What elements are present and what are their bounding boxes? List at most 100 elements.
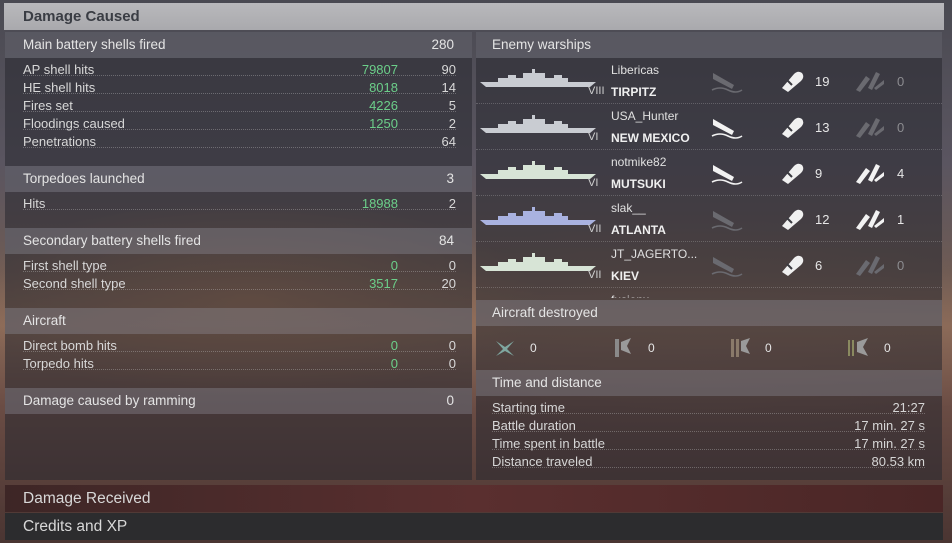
spotter-plane-icon — [848, 338, 868, 356]
shell-hits-icon — [778, 160, 808, 189]
player-name: Libericas — [611, 63, 660, 77]
ship-tier: VI — [588, 131, 599, 143]
shell-hits-icon — [778, 252, 808, 281]
ship-silhouette-icon — [480, 161, 596, 179]
ship-tier: VII — [588, 223, 602, 235]
spotter-planes-destroyed-count: 0 — [884, 341, 891, 355]
time-distance-title: Time and distance — [492, 375, 602, 390]
stat-count: 0 — [448, 258, 456, 273]
shell-hits-count: 13 — [815, 120, 830, 135]
time-label: Distance traveled — [492, 454, 593, 469]
ship-tier: VI — [588, 177, 599, 189]
damage-caused-title: Damage Caused — [23, 8, 140, 25]
secondary-total: 84 — [438, 233, 454, 248]
player-name: fusionx — [611, 293, 649, 298]
torpedo-bomber-icon — [731, 338, 750, 357]
torpedo-bombers-destroyed-count: 0 — [765, 341, 772, 355]
secondary-section-header: Secondary battery shells fired 84 — [5, 228, 472, 254]
enemy-ship-row-partial[interactable]: fusionx — [476, 290, 942, 298]
enemy-ship-row[interactable]: VII slak__ ATLANTA 12 1 — [476, 198, 942, 242]
enemy-warships-title: Enemy warships — [492, 37, 592, 52]
ship-name: NEW MEXICO — [611, 131, 690, 145]
ramming-section-header: Damage caused by ramming 0 — [5, 388, 472, 414]
aircraft-destroyed-header: Aircraft destroyed — [476, 300, 942, 326]
stat-row: HE shell hits 8018 14 — [23, 80, 456, 98]
stat-damage: 8018 — [369, 80, 398, 95]
aircraft-destroyed-row: 0 0 0 0 — [476, 330, 942, 366]
shell-hits-count: 19 — [815, 74, 830, 89]
stat-damage: 0 — [390, 338, 398, 353]
enemy-ship-row[interactable]: VIII Libericas TIRPITZ 19 0 — [476, 60, 942, 104]
stat-count: 5 — [448, 98, 456, 113]
main-battery-total: 280 — [431, 37, 454, 52]
time-label: Battle duration — [492, 418, 576, 433]
stat-label: AP shell hits — [23, 62, 95, 77]
ship-sunk-icon — [710, 161, 744, 188]
time-label: Time spent in battle — [492, 436, 605, 451]
stat-count: 64 — [441, 134, 456, 149]
shell-hits-icon — [778, 68, 808, 97]
ramming-title: Damage caused by ramming — [23, 393, 196, 408]
shell-hits-count: 9 — [815, 166, 823, 181]
torpedoes-section-header: Torpedoes launched 3 — [5, 166, 472, 192]
stat-row: Fires set 4226 5 — [23, 98, 456, 116]
enemy-ship-row[interactable]: VI notmike82 MUTSUKI 9 4 — [476, 152, 942, 196]
torpedo-hits-icon — [852, 160, 886, 189]
stat-damage: 4226 — [369, 98, 398, 113]
time-value: 80.53 km — [871, 454, 925, 469]
torpedoes-title: Torpedoes launched — [23, 171, 145, 186]
stat-row: Second shell type 3517 20 — [23, 276, 456, 294]
stat-label: HE shell hits — [23, 80, 96, 95]
time-distance-header: Time and distance — [476, 370, 942, 396]
stat-row: Hits 18988 2 — [23, 196, 456, 214]
time-distance-row: Battle duration 17 min. 27 s — [492, 418, 925, 436]
stat-damage: 1250 — [369, 116, 398, 131]
stat-count: 14 — [441, 80, 456, 95]
stat-row: First shell type 0 0 — [23, 258, 456, 276]
main-battery-title: Main battery shells fired — [23, 37, 166, 52]
player-name: JT_JAGERTO... — [611, 247, 698, 261]
ship-name: KIEV — [611, 269, 640, 283]
torpedo-hits-count: 4 — [897, 166, 905, 181]
aircraft-destroyed-title: Aircraft destroyed — [492, 305, 598, 320]
stat-damage: 3517 — [369, 276, 398, 291]
fighters-destroyed-count: 0 — [530, 341, 537, 355]
player-name: slak__ — [611, 201, 646, 215]
enemy-ship-row[interactable]: VI USA_Hunter NEW MEXICO 13 0 — [476, 106, 942, 150]
stat-count: 20 — [441, 276, 456, 291]
enemy-ship-row[interactable]: VII JT_JAGERTO... KIEV 6 0 — [476, 244, 942, 288]
time-distance-row: Starting time 21:27 — [492, 400, 925, 418]
torpedo-hits-icon — [852, 252, 886, 281]
enemy-ship-list[interactable]: VIII Libericas TIRPITZ 19 0 VI USA_Hunter NEW M… — [476, 60, 942, 298]
aircraft-section-header: Aircraft — [5, 308, 472, 334]
ship-sunk-icon — [710, 69, 744, 96]
stat-damage: 0 — [390, 258, 398, 273]
main-battery-section-header: Main battery shells fired 280 — [5, 32, 472, 58]
fighter-icon — [496, 341, 514, 356]
stat-count: 0 — [448, 356, 456, 371]
credits-xp-label: Credits and XP — [23, 518, 128, 535]
stat-count: 2 — [448, 116, 456, 131]
time-distance-row: Time spent in battle 17 min. 27 s — [492, 436, 925, 454]
player-name: USA_Hunter — [611, 109, 679, 123]
stat-count: 2 — [448, 196, 456, 211]
stat-count: 0 — [448, 338, 456, 353]
damage-received-bar[interactable]: Damage Received — [5, 485, 943, 512]
stat-label: First shell type — [23, 258, 107, 273]
stat-label: Second shell type — [23, 276, 126, 291]
enemy-warships-header: Enemy warships — [476, 32, 942, 58]
dive-bomber-icon — [615, 338, 631, 357]
damage-received-label: Damage Received — [23, 490, 151, 507]
damage-caused-header[interactable]: Damage Caused — [4, 3, 944, 30]
stat-damage: 0 — [390, 356, 398, 371]
ship-tier: VII — [588, 269, 602, 281]
credits-xp-bar[interactable]: Credits and XP — [5, 513, 943, 540]
stat-row: Direct bomb hits 0 0 — [23, 338, 456, 356]
torpedo-hits-count: 1 — [897, 212, 905, 227]
ship-name: TIRPITZ — [611, 85, 657, 99]
time-distance-row: Distance traveled 80.53 km — [492, 454, 925, 472]
ship-sunk-icon — [710, 115, 744, 142]
stat-count: 90 — [441, 62, 456, 77]
ship-silhouette-icon — [480, 115, 596, 133]
time-value: 17 min. 27 s — [854, 436, 925, 451]
